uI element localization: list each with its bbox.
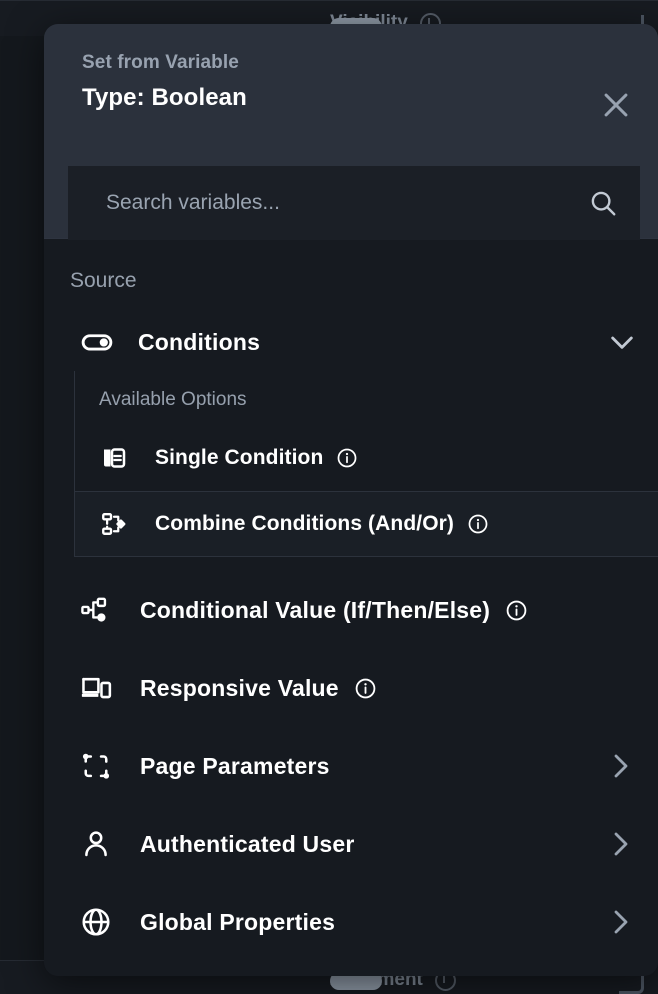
search-field[interactable]: [68, 166, 640, 240]
page-parameters-icon: [80, 750, 118, 782]
option-label: Combine Conditions (And/Or): [155, 512, 454, 535]
combine-conditions-icon: [99, 509, 137, 539]
chevron-right-icon[interactable]: [604, 750, 636, 782]
chevron-right-icon[interactable]: [604, 828, 636, 860]
conditional-value-icon: [80, 594, 118, 626]
user-icon: [80, 828, 118, 860]
row-label: Authenticated User: [140, 830, 355, 857]
close-icon[interactable]: [599, 88, 633, 122]
info-icon[interactable]: [467, 513, 489, 535]
info-icon[interactable]: [505, 599, 528, 622]
info-icon[interactable]: [336, 447, 358, 469]
option-label: Single Condition: [155, 446, 324, 469]
row-page-parameters[interactable]: Page Parameters: [44, 727, 658, 805]
row-label: Responsive Value: [140, 674, 339, 701]
source-section-label: Source: [70, 269, 137, 292]
row-responsive-value[interactable]: Responsive Value: [44, 649, 658, 727]
chevron-down-icon[interactable]: [606, 326, 638, 358]
search-icon[interactable]: [588, 188, 618, 218]
group-conditions[interactable]: Conditions: [44, 313, 658, 371]
row-label: Page Parameters: [140, 752, 330, 779]
set-from-variable-dialog: Set from Variable Type: Boolean Source: [44, 24, 658, 976]
single-condition-icon: [99, 443, 137, 473]
row-label: Global Properties: [140, 908, 336, 935]
search-input[interactable]: [104, 190, 588, 216]
dialog-title: Type: Boolean: [82, 84, 247, 111]
row-authenticated-user[interactable]: Authenticated User: [44, 805, 658, 883]
row-label: Conditional Value (If/Then/Else): [140, 596, 491, 623]
row-global-properties[interactable]: Global Properties: [44, 883, 658, 961]
group-conditions-label: Conditions: [138, 328, 261, 355]
row-conditional-value[interactable]: Conditional Value (If/Then/Else): [44, 571, 658, 649]
info-icon[interactable]: [354, 677, 377, 700]
dialog-eyebrow: Set from Variable: [82, 52, 239, 73]
dialog-body: Source Conditions Available Options Sing…: [44, 238, 658, 976]
option-single-condition[interactable]: Single Condition: [75, 425, 658, 491]
group-conditions-body: Available Options Single Condition Combi…: [74, 371, 658, 557]
option-combine-conditions[interactable]: Combine Conditions (And/Or): [75, 491, 658, 557]
chevron-right-icon[interactable]: [604, 906, 636, 938]
toggle-switch-icon: [80, 325, 116, 359]
dialog-header: Set from Variable Type: Boolean: [44, 24, 658, 240]
available-options-label: Available Options: [99, 389, 247, 410]
globe-icon: [80, 906, 118, 938]
responsive-value-icon: [80, 672, 118, 704]
